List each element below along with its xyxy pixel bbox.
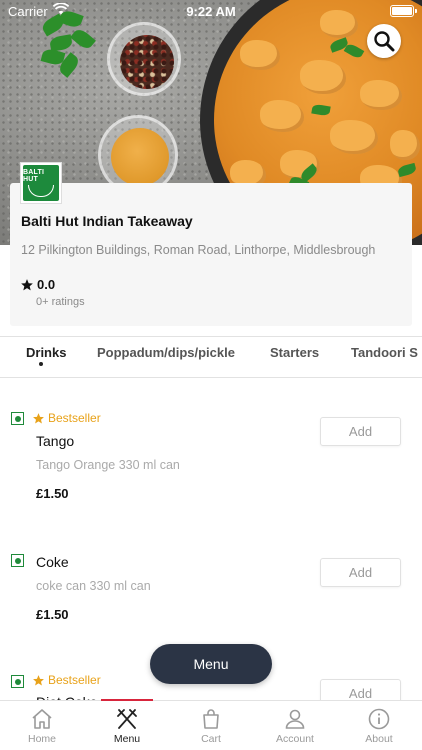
veg-icon [11, 554, 24, 567]
nav-active-indicator [101, 699, 153, 701]
veg-icon [11, 412, 24, 425]
star-icon [33, 674, 44, 685]
nav-menu-label: Menu [113, 733, 141, 745]
home-icon [32, 709, 52, 729]
fork-knife-icon [117, 709, 137, 729]
bottom-nav: Home Menu Cart Account About [0, 700, 422, 750]
item-name: Tango [36, 433, 75, 449]
nav-home[interactable]: Home [0, 707, 84, 745]
menu-fab-button[interactable]: Menu [150, 644, 272, 684]
nav-about[interactable]: About [337, 707, 421, 745]
restaurant-address: 12 Pilkington Buildings, Roman Road, Lin… [21, 243, 376, 257]
rating-value: 0.0 [37, 277, 56, 292]
category-tabs: Drinks Poppadum/dips/pickle Starters Tan… [0, 337, 422, 377]
rating: 0.0 [20, 277, 55, 292]
bestseller-label: Bestseller [48, 411, 101, 425]
restaurant-logo: BALTI HUT [20, 162, 62, 204]
add-button[interactable]: Add [320, 558, 401, 587]
tab-tandoori[interactable]: Tandoori S [351, 345, 418, 360]
bag-icon [203, 709, 219, 729]
veg-icon [11, 675, 24, 688]
ratings-count: 0+ ratings [36, 296, 85, 308]
battery-icon [390, 5, 417, 17]
bestseller-badge: Bestseller [32, 411, 101, 425]
nav-cart[interactable]: Cart [169, 707, 253, 745]
herb-garnish [36, 8, 106, 90]
nav-cart-label: Cart [201, 733, 221, 745]
active-tab-indicator [39, 362, 43, 366]
bestseller-badge: Bestseller [32, 673, 101, 687]
logo-text: BALTI HUT [23, 169, 45, 183]
tab-poppadum[interactable]: Poppadum/dips/pickle [97, 345, 235, 360]
star-icon [33, 412, 44, 423]
nav-account[interactable]: Account [253, 707, 337, 745]
add-button[interactable]: Add [320, 417, 401, 446]
restaurant-name: Balti Hut Indian Takeaway [21, 213, 193, 229]
star-icon [21, 278, 33, 290]
peppercorn-bowl [107, 22, 181, 96]
item-price: £1.50 [36, 607, 69, 622]
item-description: coke can 330 ml can [36, 579, 151, 593]
status-bar: Carrier 9:22 AM [0, 0, 422, 22]
item-price: £1.50 [36, 486, 69, 501]
nav-home-label: Home [27, 733, 56, 745]
item-name: Coke [36, 554, 69, 570]
tab-drinks[interactable]: Drinks [26, 345, 66, 360]
tab-starters[interactable]: Starters [270, 345, 319, 360]
info-icon [368, 708, 390, 730]
divider [0, 377, 422, 378]
nav-menu[interactable]: Menu [85, 707, 169, 745]
item-description: Tango Orange 330 ml can [36, 458, 180, 472]
bestseller-label: Bestseller [48, 673, 101, 687]
nav-about-label: About [365, 733, 393, 745]
search-icon [374, 31, 395, 52]
clock: 9:22 AM [186, 4, 236, 19]
user-icon [285, 709, 305, 729]
nav-account-label: Account [276, 733, 314, 745]
search-button[interactable] [367, 24, 401, 58]
